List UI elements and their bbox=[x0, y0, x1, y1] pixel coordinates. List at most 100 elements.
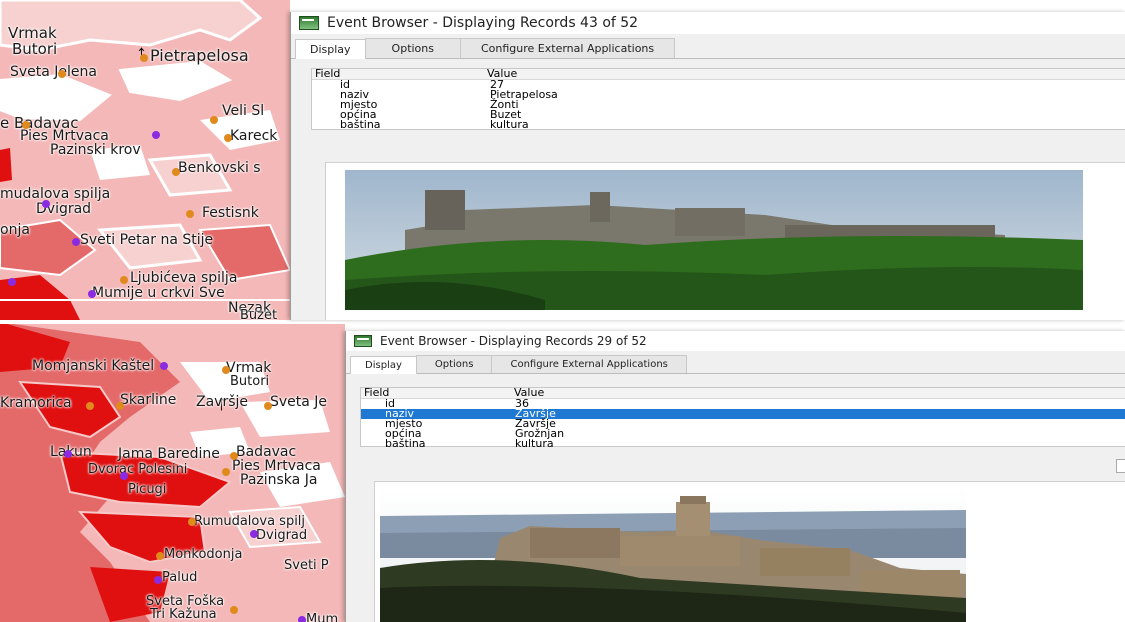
map-label: Monkodonja bbox=[164, 547, 243, 562]
map-point[interactable] bbox=[186, 210, 194, 218]
map-label: Ljubićeva spilja bbox=[130, 270, 238, 286]
table-row[interactable]: id 36 bbox=[361, 398, 1125, 409]
map-point[interactable] bbox=[64, 450, 72, 458]
map-point[interactable] bbox=[222, 366, 230, 374]
tab-configure-external-applications[interactable]: Configure External Applications bbox=[460, 38, 676, 58]
map-label: Završje bbox=[196, 394, 249, 410]
map-point[interactable] bbox=[156, 552, 164, 560]
map-point[interactable] bbox=[88, 290, 96, 298]
field-cell: naziv bbox=[340, 88, 370, 101]
map-point[interactable] bbox=[152, 131, 160, 139]
map-label: Dvigrad bbox=[256, 528, 308, 543]
map-label: Jama Baredine bbox=[118, 446, 220, 462]
field-cell: baština bbox=[340, 118, 381, 131]
map-point[interactable] bbox=[230, 606, 238, 614]
map-label: Veli Sl bbox=[222, 103, 265, 119]
map-point[interactable] bbox=[188, 518, 196, 526]
map-label: Buzet bbox=[240, 308, 278, 320]
checkbox[interactable] bbox=[1116, 459, 1125, 473]
table-row[interactable]: općina Buzet bbox=[312, 109, 1125, 120]
map-label: Benkovski s bbox=[178, 160, 261, 176]
castle-ruin-photo[interactable] bbox=[345, 170, 1083, 310]
table-row[interactable]: mjesto Završje bbox=[361, 418, 1125, 429]
tab-bar: Display Options Configure External Appli… bbox=[346, 351, 1125, 374]
event-browser-window-bottom: Event Browser - Displaying Records 29 of… bbox=[345, 331, 1125, 622]
map-label: Tri Kažuna bbox=[150, 607, 217, 622]
table-row[interactable]: baština kultura bbox=[361, 437, 1125, 450]
map-point[interactable] bbox=[22, 121, 30, 129]
map-label: Pazinski krov bbox=[50, 142, 141, 158]
attribute-table: Field Value id 36 naziv Završje mjesto Zavr… bbox=[360, 387, 1125, 450]
window-title: Event Browser - Displaying Records 43 of… bbox=[327, 15, 639, 31]
table-row[interactable]: općina Grožnjan bbox=[361, 428, 1125, 439]
map-label: onja bbox=[0, 222, 30, 238]
field-column-header[interactable]: Field bbox=[361, 387, 514, 398]
map-point[interactable] bbox=[58, 70, 66, 78]
map-label: Sveti P bbox=[284, 558, 329, 573]
window-titlebar: Event Browser - Displaying Records 29 of… bbox=[346, 331, 1125, 351]
map-label: Butori bbox=[230, 374, 270, 389]
map-point[interactable] bbox=[230, 452, 238, 460]
tab-display[interactable]: Display bbox=[295, 39, 366, 59]
tab-options[interactable]: Options bbox=[364, 38, 461, 58]
map-label: Kramorica bbox=[0, 395, 72, 411]
hilltop-village-photo[interactable] bbox=[380, 488, 966, 622]
table-row[interactable]: id 27 bbox=[312, 78, 1125, 91]
table-header: Field Value bbox=[312, 68, 1125, 80]
map-label: Butori bbox=[12, 40, 58, 58]
map-point[interactable] bbox=[210, 116, 218, 124]
map-point[interactable] bbox=[8, 278, 16, 286]
tab-options[interactable]: Options bbox=[415, 355, 493, 373]
map-label: Sveti Petar na Stije bbox=[80, 232, 214, 248]
value-cell: kultura bbox=[515, 437, 554, 450]
map-point[interactable] bbox=[298, 616, 306, 622]
map-point[interactable] bbox=[154, 576, 162, 584]
map-label: Picugi bbox=[128, 482, 167, 497]
map-label: Pietrapelosa bbox=[150, 46, 249, 65]
tab-display[interactable]: Display bbox=[350, 356, 417, 374]
map-point[interactable] bbox=[86, 402, 94, 410]
field-cell: baština bbox=[385, 437, 426, 450]
field-column-header[interactable]: Field bbox=[312, 68, 487, 79]
map-point[interactable] bbox=[120, 472, 128, 480]
map-point[interactable] bbox=[264, 402, 272, 410]
table-row[interactable]: mjesto Žonti bbox=[312, 98, 1125, 111]
map-panel-top[interactable]: Vrmak Butori ↑ Pietrapelosa Sveta Jelena… bbox=[0, 0, 290, 320]
map-point[interactable] bbox=[222, 468, 230, 476]
map-point[interactable] bbox=[250, 530, 258, 538]
map-label: Skarline bbox=[120, 392, 177, 408]
map-point[interactable] bbox=[72, 238, 80, 246]
map-point[interactable] bbox=[224, 134, 232, 142]
map-label: Pazinska Ja bbox=[240, 472, 318, 488]
map-label: Sveta Jelena bbox=[10, 64, 98, 80]
map-label: Dvorac Polesini bbox=[88, 462, 188, 477]
window-titlebar: Event Browser - Displaying Records 43 of… bbox=[291, 12, 1125, 34]
map-panel-bottom[interactable]: Momjanski Kaštel Vrmak Butori Kramorica … bbox=[0, 322, 345, 622]
table-row-selected[interactable]: naziv Završje bbox=[361, 408, 1125, 419]
map-label: Mum bbox=[306, 612, 339, 622]
map-point[interactable] bbox=[160, 362, 168, 370]
map-label: Kareck bbox=[230, 128, 278, 144]
value-cell: kultura bbox=[490, 118, 529, 131]
map-point[interactable] bbox=[172, 168, 180, 176]
map-point[interactable] bbox=[116, 402, 124, 410]
field-cell: id bbox=[340, 78, 351, 91]
event-browser-window-top: Event Browser - Displaying Records 43 of… bbox=[290, 12, 1125, 320]
map-label: Sveta Je bbox=[270, 394, 328, 410]
table-header: Field Value bbox=[361, 387, 1125, 399]
app-icon bbox=[354, 335, 372, 347]
tab-bar: Display Options Configure External Appli… bbox=[291, 34, 1125, 59]
attribute-table: Field Value id 27 naziv Pietrapelosa mjest… bbox=[311, 68, 1125, 130]
table-row[interactable]: baština kultura bbox=[312, 118, 1125, 131]
map-label: mudalova spilja bbox=[0, 186, 111, 202]
map-point[interactable] bbox=[120, 276, 128, 284]
window-title: Event Browser - Displaying Records 29 of… bbox=[380, 334, 647, 348]
map-point[interactable] bbox=[42, 200, 50, 208]
map-label: Palud bbox=[162, 570, 198, 585]
map-label: Rumudalova spilj bbox=[194, 514, 306, 529]
app-icon bbox=[299, 16, 319, 30]
table-row[interactable]: naziv Pietrapelosa bbox=[312, 88, 1125, 101]
field-cell: mjesto bbox=[340, 98, 378, 111]
map-point[interactable] bbox=[140, 54, 148, 62]
tab-configure-external-applications[interactable]: Configure External Applications bbox=[491, 355, 687, 373]
